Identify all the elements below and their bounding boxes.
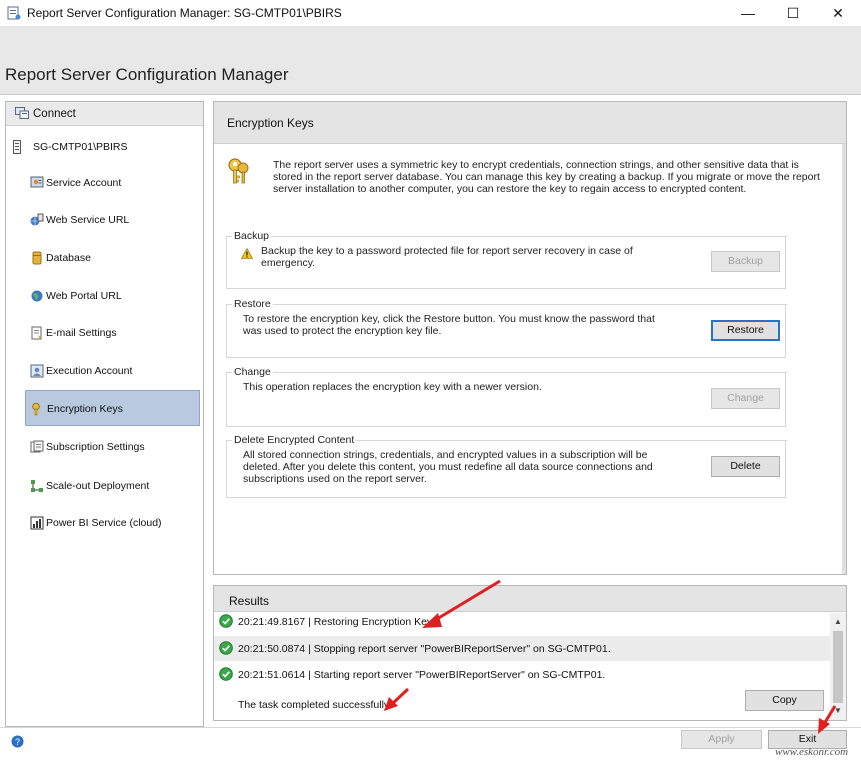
sidebar-item-label: Database bbox=[46, 252, 91, 264]
connect-button[interactable]: Connect bbox=[6, 102, 203, 126]
maximize-button[interactable]: ☐ bbox=[770, 0, 816, 27]
footer-divider bbox=[0, 727, 861, 728]
app-header: Report Server Configuration Manager bbox=[0, 27, 861, 95]
sidebar-item-execution-account[interactable]: Execution Account bbox=[25, 353, 200, 389]
sidebar-item-label: E-mail Settings bbox=[46, 327, 117, 339]
warning-icon bbox=[241, 248, 253, 259]
app-heading: Report Server Configuration Manager bbox=[5, 65, 289, 84]
scroll-up-icon[interactable]: ▲ bbox=[834, 617, 842, 626]
window-title: Report Server Configuration Manager: SG-… bbox=[27, 6, 342, 20]
web-service-icon bbox=[30, 213, 44, 226]
change-group-title: Change bbox=[232, 366, 273, 378]
success-check-icon bbox=[219, 614, 233, 628]
help-icon[interactable]: ? bbox=[11, 735, 24, 748]
intro-text: The report server uses a symmetric key t… bbox=[273, 159, 820, 195]
result-row: 20:21:50.0874 | Stopping report server "… bbox=[214, 636, 830, 661]
success-check-icon bbox=[219, 667, 233, 681]
scroll-thumb[interactable] bbox=[833, 631, 843, 703]
delete-content-group: Delete Encrypted Content All stored conn… bbox=[226, 434, 787, 498]
apply-button[interactable]: Apply bbox=[681, 730, 762, 749]
backup-button[interactable]: Backup bbox=[711, 251, 780, 272]
sidebar-item-service-account[interactable]: Service Account bbox=[25, 165, 200, 201]
connect-label: Connect bbox=[33, 108, 76, 120]
task-status-text: The task completed successfully. bbox=[238, 699, 392, 711]
success-check-icon bbox=[219, 641, 233, 655]
panel-header: Encryption Keys bbox=[214, 102, 846, 144]
restore-group: Restore To restore the encryption key, c… bbox=[226, 298, 787, 358]
close-button[interactable]: ✕ bbox=[815, 0, 861, 27]
watermark-text: www.eskonr.com bbox=[775, 746, 849, 758]
change-group: Change This operation replaces the encry… bbox=[226, 366, 787, 427]
key-icon bbox=[32, 402, 40, 416]
sidebar-item-scale-out-deployment[interactable]: Scale-out Deployment bbox=[25, 468, 200, 504]
email-icon bbox=[31, 326, 42, 340]
sidebar-item-label: Web Service URL bbox=[46, 214, 130, 226]
encryption-keys-panel: Encryption Keys The report server uses a… bbox=[213, 101, 847, 575]
delete-button[interactable]: Delete bbox=[711, 456, 780, 477]
result-row: 20:21:51.0614 | Starting report server "… bbox=[214, 662, 830, 687]
result-row: 20:21:49.8167 | Restoring Encryption Key bbox=[214, 609, 830, 634]
sidebar-item-subscription-settings[interactable]: Subscription Settings bbox=[25, 429, 200, 465]
panel-title: Encryption Keys bbox=[227, 116, 314, 130]
copy-button[interactable]: Copy bbox=[745, 690, 824, 711]
key-icon bbox=[228, 158, 249, 184]
sidebar: Connect SG-CMTP01\PBIRS Service Account … bbox=[5, 101, 204, 727]
sidebar-item-label: Execution Account bbox=[46, 365, 133, 377]
service-account-icon bbox=[30, 176, 44, 188]
restore-description: To restore the encryption key, click the… bbox=[243, 313, 655, 337]
window-titlebar: Report Server Configuration Manager: SG-… bbox=[0, 0, 861, 27]
database-icon bbox=[32, 251, 42, 265]
server-label: SG-CMTP01\PBIRS bbox=[33, 141, 128, 153]
result-text: 20:21:49.8167 | Restoring Encryption Key bbox=[238, 616, 433, 628]
sidebar-item-label: Subscription Settings bbox=[46, 441, 145, 453]
change-button[interactable]: Change bbox=[711, 388, 780, 409]
sidebar-item-power-bi-service[interactable]: Power BI Service (cloud) bbox=[25, 505, 200, 541]
connect-icon bbox=[15, 107, 29, 119]
globe-icon bbox=[31, 290, 43, 302]
sidebar-item-label: Service Account bbox=[46, 177, 122, 189]
sidebar-item-encryption-keys[interactable]: Encryption Keys bbox=[25, 390, 200, 426]
power-bi-icon bbox=[30, 516, 44, 530]
backup-group-title: Backup bbox=[232, 230, 272, 242]
sidebar-item-email-settings[interactable]: E-mail Settings bbox=[25, 315, 200, 351]
sidebar-item-label: Power BI Service (cloud) bbox=[46, 517, 162, 529]
results-panel: Results 20:21:49.8167 | Restoring Encryp… bbox=[213, 585, 847, 721]
result-text: 20:21:51.0614 | Starting report server "… bbox=[238, 669, 606, 681]
change-description: This operation replaces the encryption k… bbox=[243, 381, 542, 393]
app-icon bbox=[7, 6, 21, 20]
result-text: 20:21:50.0874 | Stopping report server "… bbox=[238, 643, 611, 655]
sidebar-item-database[interactable]: Database bbox=[25, 240, 200, 276]
minimize-button[interactable]: — bbox=[725, 0, 771, 27]
sidebar-item-label: Encryption Keys bbox=[47, 403, 123, 415]
server-icon bbox=[13, 140, 21, 154]
svg-text:?: ? bbox=[15, 737, 20, 747]
scale-out-icon bbox=[31, 480, 43, 492]
sidebar-item-web-service-url[interactable]: Web Service URL bbox=[25, 202, 200, 238]
sidebar-item-web-portal-url[interactable]: Web Portal URL bbox=[25, 278, 200, 314]
sidebar-item-label: Web Portal URL bbox=[46, 290, 122, 302]
scroll-down-icon[interactable]: ▼ bbox=[834, 706, 842, 715]
restore-group-title: Restore bbox=[232, 298, 273, 310]
delete-description: All stored connection strings, credentia… bbox=[243, 449, 653, 485]
restore-button[interactable]: Restore bbox=[711, 320, 780, 341]
execution-account-icon bbox=[30, 364, 44, 378]
backup-group: Backup Backup the key to a password prot… bbox=[226, 230, 787, 289]
sidebar-item-label: Scale-out Deployment bbox=[46, 480, 150, 492]
backup-description: Backup the key to a password protected f… bbox=[261, 245, 633, 269]
delete-group-title: Delete Encrypted Content bbox=[232, 434, 357, 446]
subscription-icon bbox=[30, 440, 44, 453]
results-scrollbar[interactable]: ▲ ▼ bbox=[830, 613, 846, 720]
results-title: Results bbox=[229, 594, 270, 608]
panel-scrollbar[interactable] bbox=[842, 144, 846, 574]
